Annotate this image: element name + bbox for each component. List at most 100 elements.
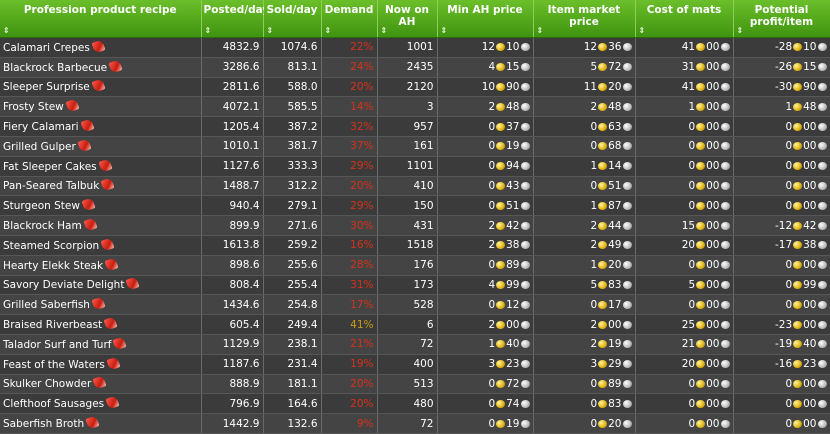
cost-of-mats-gold: 0 bbox=[688, 140, 696, 153]
table-row[interactable]: Sleeper Surprise 2811.6 588.0 20% 2120 10 90 11… bbox=[0, 77, 830, 98]
recipe-name[interactable]: Braised Riverbeast bbox=[3, 319, 102, 331]
table-row[interactable]: Blackrock Ham 899.9 271.6 30% 431 2 42 2 44 15 00-… bbox=[0, 215, 830, 236]
recipe-name[interactable]: Skulker Chowder bbox=[3, 378, 91, 390]
cooking-recipe-icon[interactable] bbox=[106, 356, 121, 371]
table-row[interactable]: Frosty Stew 4072.1 585.5 14% 3 2 48 2 48 1 00 1 48 bbox=[0, 96, 830, 118]
column-header-posted[interactable]: Posted/day ⇕ bbox=[201, 0, 269, 38]
recipe-name-cell: Fiery Calamari bbox=[0, 116, 202, 137]
column-header-recipe[interactable]: Profession product recipe ⇕ bbox=[0, 0, 202, 38]
cooking-recipe-icon[interactable] bbox=[81, 197, 96, 212]
silver-coin-icon bbox=[622, 162, 632, 171]
column-header-now_on_ah[interactable]: Now on AH ⇕ bbox=[377, 0, 438, 38]
recipe-name[interactable]: Frosty Stew bbox=[3, 101, 64, 113]
table-row[interactable]: Grilled Saberfish 1434.6 254.8 17% 528 0 12 0 17… bbox=[0, 294, 830, 316]
recipe-name[interactable]: Pan-Seared Talbuk bbox=[3, 180, 99, 192]
cooking-recipe-icon[interactable] bbox=[100, 237, 115, 252]
cooking-recipe-icon[interactable] bbox=[104, 257, 119, 272]
cooking-recipe-icon[interactable] bbox=[91, 78, 106, 94]
cooking-recipe-icon[interactable] bbox=[112, 336, 128, 351]
cooking-recipe-icon[interactable] bbox=[103, 316, 118, 331]
sort-icon[interactable]: ⇕ bbox=[381, 27, 388, 35]
cooking-recipe-icon[interactable] bbox=[100, 177, 115, 193]
table-row[interactable]: Saberfish Broth 1442.9 132.6 9% 72 0 19 0 20 0 00 0… bbox=[0, 413, 830, 434]
cost-of-mats-silver: 00 bbox=[706, 278, 720, 291]
table-row[interactable]: Talador Surf and Turf 1129.9 238.1 21% 72 1 40… bbox=[0, 334, 830, 355]
cost-of-mats-silver: 00 bbox=[706, 120, 720, 133]
recipe-name[interactable]: Sleeper Surprise bbox=[3, 81, 90, 93]
sort-icon[interactable]: ⇕ bbox=[3, 27, 10, 35]
item-market-price-silver: 44 bbox=[608, 219, 622, 232]
table-row[interactable]: Fiery Calamari 1205.4 387.2 32% 957 0 37 0 63 0 00… bbox=[0, 116, 830, 137]
cooking-recipe-icon[interactable] bbox=[85, 415, 100, 430]
item-market-price-gold: 2 bbox=[590, 318, 598, 331]
table-row[interactable]: Sturgeon Stew 940.4 279.1 29% 150 0 51 1 87 0 00 0 0… bbox=[0, 195, 830, 217]
sort-icon[interactable]: ⇕ bbox=[441, 27, 448, 35]
table-row[interactable]: Grilled Gulper 1010.1 381.7 37% 161 0 19 0 68 0 00… bbox=[0, 136, 830, 157]
sort-icon[interactable]: ⇕ bbox=[325, 27, 332, 35]
gold-coin-icon bbox=[598, 300, 608, 309]
potential-profit-gold: 1 bbox=[785, 100, 793, 113]
cost-of-mats-silver: 00 bbox=[706, 338, 720, 351]
silver-coin-icon bbox=[720, 399, 730, 408]
cost-of-mats: 0 00 bbox=[635, 116, 734, 137]
recipe-name[interactable]: Fat Sleeper Cakes bbox=[3, 161, 97, 173]
column-header-market[interactable]: Item market price ⇕ bbox=[533, 0, 636, 38]
potential-profit-gold: -17 bbox=[774, 239, 793, 252]
column-header-cost[interactable]: Cost of mats ⇕ bbox=[635, 0, 734, 38]
sort-icon[interactable]: ⇕ bbox=[737, 27, 744, 35]
sort-icon[interactable]: ⇕ bbox=[267, 27, 274, 35]
table-row[interactable]: Braised Riverbeast 605.4 249.4 41% 6 2 00 2 00 25… bbox=[0, 314, 830, 335]
recipe-name[interactable]: Sturgeon Stew bbox=[3, 200, 80, 212]
recipe-name[interactable]: Hearty Elekk Steak bbox=[3, 260, 103, 272]
recipe-name[interactable]: Steamed Scorpion bbox=[3, 240, 99, 252]
recipe-name[interactable]: Clefthoof Sausages bbox=[3, 398, 104, 410]
table-row[interactable]: Steamed Scorpion 1613.8 259.2 16% 1518 2 38 2 49… bbox=[0, 235, 830, 256]
cooking-recipe-icon[interactable] bbox=[91, 296, 106, 311]
cooking-recipe-icon[interactable] bbox=[108, 59, 123, 74]
table-row[interactable]: Pan-Seared Talbuk 1488.7 312.2 20% 410 0 43 0 51… bbox=[0, 176, 830, 197]
recipe-name[interactable]: Blackrock Barbecue bbox=[3, 62, 107, 74]
column-header-profit[interactable]: Potential profit/item ⇕ bbox=[733, 0, 830, 38]
recipe-name[interactable]: Saberfish Broth bbox=[3, 418, 84, 430]
table-row[interactable]: Clefthoof Sausages 796.9 164.6 20% 480 0 74 0 83… bbox=[0, 393, 830, 415]
potential-profit-silver: 00 bbox=[803, 120, 817, 133]
cooking-recipe-icon[interactable] bbox=[65, 98, 80, 113]
cooking-recipe-icon[interactable] bbox=[92, 375, 107, 390]
recipe-name[interactable]: Grilled Saberfish bbox=[3, 299, 90, 311]
gold-coin-icon bbox=[496, 63, 506, 72]
column-header-min_ah[interactable]: Min AH price ⇕ bbox=[437, 0, 534, 38]
item-market-price: 0 89 bbox=[533, 374, 636, 395]
table-row[interactable]: Calamari Crepes 4832.9 1074.6 22% 1001 12 10 12… bbox=[0, 37, 830, 58]
min-ah-price-gold: 0 bbox=[488, 120, 496, 133]
cooking-recipe-icon[interactable] bbox=[125, 276, 141, 292]
cooking-recipe-icon[interactable] bbox=[79, 118, 95, 133]
table-row[interactable]: Feast of the Waters 1187.6 231.4 19% 400 3 23 3… bbox=[0, 354, 830, 375]
table-row[interactable]: Fat Sleeper Cakes 1127.6 333.3 29% 1101 0 94 1 1… bbox=[0, 156, 830, 177]
table-row[interactable]: Skulker Chowder 888.9 181.1 20% 513 0 72 0 89 0 00… bbox=[0, 374, 830, 395]
cooking-recipe-icon[interactable] bbox=[83, 217, 98, 232]
sort-icon[interactable]: ⇕ bbox=[537, 27, 544, 35]
recipe-name[interactable]: Grilled Gulper bbox=[3, 141, 76, 153]
recipe-name[interactable]: Calamari Crepes bbox=[3, 42, 90, 54]
recipe-name-cell: Clefthoof Sausages bbox=[0, 393, 202, 415]
table-row[interactable]: Savory Deviate Delight 808.4 255.4 31% 173 4 9… bbox=[0, 275, 830, 296]
recipe-name[interactable]: Savory Deviate Delight bbox=[3, 279, 124, 291]
recipe-name[interactable]: Blackrock Ham bbox=[3, 220, 82, 232]
cooking-recipe-icon[interactable] bbox=[98, 158, 113, 173]
table-row[interactable]: Hearty Elekk Steak 898.6 255.6 28% 176 0 89 1 20… bbox=[0, 255, 830, 276]
recipe-name[interactable]: Talador Surf and Turf bbox=[3, 339, 111, 351]
cooking-recipe-icon[interactable] bbox=[105, 395, 120, 410]
column-header-sold[interactable]: Sold/day ⇕ bbox=[263, 0, 322, 38]
cooking-recipe-icon[interactable] bbox=[91, 39, 106, 54]
cost-of-mats-gold: 20 bbox=[681, 358, 696, 371]
recipe-name[interactable]: Feast of the Waters bbox=[3, 359, 105, 371]
table-row[interactable]: Blackrock Barbecue 3286.6 813.1 24% 2435 4 15 5… bbox=[0, 57, 830, 78]
column-header-demand[interactable]: Demand ⇕ bbox=[321, 0, 378, 38]
min-ah-price-silver: 90 bbox=[506, 80, 520, 93]
cooking-recipe-icon[interactable] bbox=[77, 138, 92, 153]
recipe-name[interactable]: Fiery Calamari bbox=[3, 121, 79, 133]
potential-profit-silver: 42 bbox=[803, 219, 817, 232]
potential-profit: 0 00 bbox=[733, 156, 830, 177]
sort-icon[interactable]: ⇕ bbox=[639, 27, 646, 35]
sort-icon[interactable]: ⇕ bbox=[205, 27, 212, 35]
